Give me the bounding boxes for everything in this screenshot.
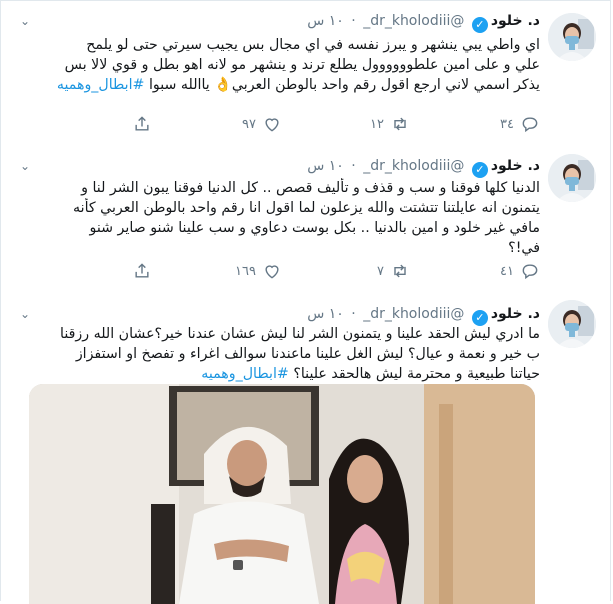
chevron-down-icon[interactable]: ⌄: [15, 304, 35, 324]
tweet-text-line: علي و على امين علطوووووول يطلع ترند و ين…: [64, 57, 540, 73]
reply-button[interactable]: ٣٤: [500, 113, 540, 135]
timestamp[interactable]: ١٠ س: [307, 306, 344, 322]
tweet-header: د. خلود✓ @dr_kholodiii_ · ١٠ س: [121, 156, 540, 178]
separator-dot: ·: [351, 13, 356, 29]
heart-icon: [262, 261, 282, 281]
like-button[interactable]: ٩٧: [242, 113, 282, 135]
retweet-icon: [390, 261, 410, 281]
verified-check-icon: ✓: [471, 17, 488, 33]
like-button[interactable]: ١٦٩: [235, 260, 282, 282]
separator-dot: ·: [351, 158, 356, 174]
display-name[interactable]: د. خلود: [491, 158, 540, 174]
reply-count: ٣٤: [500, 116, 514, 132]
tweet-text-line: يذكر اسمي لاني ارجع اقول رقم واحد بالوطن…: [35, 75, 540, 95]
timestamp[interactable]: ١٠ س: [307, 13, 344, 29]
heart-icon: [262, 114, 282, 134]
reply-icon: [520, 114, 540, 134]
hashtag-link[interactable]: #ابطال_وهميه: [201, 366, 289, 382]
user-handle[interactable]: @dr_kholodiii_: [363, 158, 464, 174]
avatar-image: [548, 13, 596, 61]
tweet[interactable]: د. خلود✓ @dr_kholodiii_ · ١٠ س ⌄ الدنيا …: [1, 146, 610, 295]
tweet-actions: ٤١ ٧ ١٦٩: [101, 260, 540, 282]
reply-count: ٤١: [500, 263, 514, 279]
display-name[interactable]: د. خلود: [491, 306, 540, 322]
tweet-photo[interactable]: [29, 384, 535, 604]
tweet-text-line: حياتنا طبيعية و محترمة ليش هالحقد علينا؟…: [35, 364, 540, 384]
tweet[interactable]: د. خلود✓ @dr_kholodiii_ · ١٠ س ⌄ اي واطي…: [1, 1, 610, 147]
tweet-text-line: في!؟: [508, 240, 540, 256]
share-button[interactable]: [126, 113, 152, 135]
tweet-header: د. خلود✓ @dr_kholodiii_ · ١٠ س: [121, 11, 540, 33]
avatar[interactable]: [548, 154, 596, 202]
tweet-text-line: ما ادري ليش الحقد علينا و يتمنون الشر لن…: [60, 326, 540, 342]
tweet-text: ما ادري ليش الحقد علينا و يتمنون الشر لن…: [35, 324, 540, 384]
verified-check-icon: ✓: [471, 162, 488, 178]
timeline: د. خلود✓ @dr_kholodiii_ · ١٠ س ⌄ اي واطي…: [0, 0, 611, 604]
tweet-text-segment: حياتنا طبيعية و محترمة ليش هالحقد علينا؟: [293, 366, 540, 382]
timestamp[interactable]: ١٠ س: [307, 158, 344, 174]
avatar[interactable]: [548, 13, 596, 61]
tweet-text-line: مافي غير خلود و امين بالدنيا .. بكل بوست…: [89, 220, 540, 236]
hashtag-link[interactable]: #ابطال_وهميه: [57, 77, 145, 93]
reply-button[interactable]: ٤١: [500, 260, 540, 282]
avatar-image: [548, 154, 596, 202]
reply-icon: [520, 261, 540, 281]
separator-dot: ·: [351, 306, 356, 322]
retweet-count: ٧: [377, 263, 384, 279]
user-handle[interactable]: @dr_kholodiii_: [363, 13, 464, 29]
like-count: ٩٧: [242, 116, 256, 132]
tweet-text-line: يتمنون انه عايلتنا تتشتت والله يزعلون لم…: [73, 200, 540, 216]
share-icon: [132, 261, 152, 281]
photo-image: [29, 384, 535, 604]
retweet-button[interactable]: ٧: [377, 260, 410, 282]
display-name[interactable]: د. خلود: [491, 13, 540, 29]
retweet-count: ١٢: [370, 116, 384, 132]
retweet-icon: [390, 114, 410, 134]
share-icon: [132, 114, 152, 134]
share-button[interactable]: [126, 260, 152, 282]
retweet-button[interactable]: ١٢: [370, 113, 410, 135]
tweet-text: اي واطي يبي ينشهر و يبرز نفسه في اي مجال…: [35, 35, 540, 95]
chevron-down-icon[interactable]: ⌄: [15, 156, 35, 176]
like-count: ١٦٩: [235, 263, 256, 279]
avatar-image: [548, 300, 596, 348]
tweet-text: الدنيا كلها فوقنا و سب و قذف و تأليف قصص…: [35, 178, 540, 258]
tweet-header: د. خلود✓ @dr_kholodiii_ · ١٠ س: [121, 304, 540, 326]
tweet-text-line: ب خير و نعمة و عيال؟ ليش الغل علينا ماعن…: [75, 346, 540, 362]
chevron-down-icon[interactable]: ⌄: [15, 11, 35, 31]
tweet[interactable]: د. خلود✓ @dr_kholodiii_ · ١٠ س ⌄ ما ادري…: [1, 294, 610, 604]
tweet-text-line: الدنيا كلها فوقنا و سب و قذف و تأليف قصص…: [81, 180, 540, 196]
avatar[interactable]: [548, 300, 596, 348]
tweet-text-line: اي واطي يبي ينشهر و يبرز نفسه في اي مجال…: [86, 37, 540, 53]
tweet-text-segment: يذكر اسمي لاني ارجع اقول رقم واحد بالوطن…: [148, 77, 540, 93]
user-handle[interactable]: @dr_kholodiii_: [363, 306, 464, 322]
tweet-actions: ٣٤ ١٢ ٩٧: [101, 113, 540, 135]
